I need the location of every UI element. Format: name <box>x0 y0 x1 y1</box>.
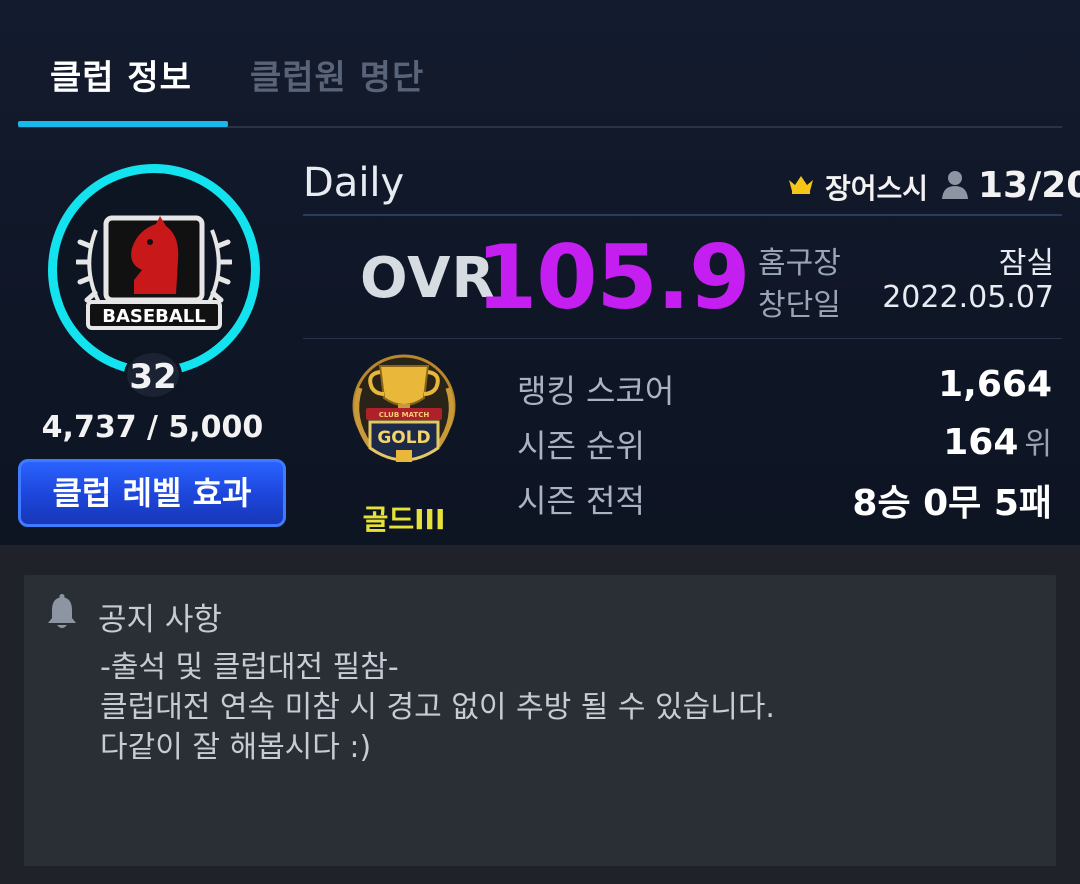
ovr-value: 105.9 <box>476 226 750 329</box>
notice-title: 공지 사항 <box>98 602 222 638</box>
person-icon <box>942 171 968 199</box>
season-rank: 164 위 <box>943 419 1052 463</box>
tier-name: 골드III <box>362 503 446 536</box>
club-emblem: BASEBALL <box>76 215 232 330</box>
bell-icon <box>48 594 76 628</box>
club-master-name: 장어스시 <box>825 172 929 205</box>
member-count: 13/20 <box>978 165 1080 206</box>
home-stadium-label: 홈구장 <box>758 246 841 281</box>
season-record-value: 8승 0무 5패 <box>852 483 1052 524</box>
season-rank-unit: 위 <box>1024 427 1052 462</box>
ranking-score-value: 1,664 <box>938 364 1052 405</box>
section-divider <box>303 338 1062 339</box>
season-rank-label: 시즌 순위 <box>517 427 645 465</box>
season-rank-value: 164 <box>943 422 1019 463</box>
club-exp: 4,737 / 5,000 <box>41 410 264 445</box>
tier-badge-subtext: CLUB MATCH <box>379 411 430 419</box>
tab-club-members[interactable]: 클럽원 명단 <box>250 50 424 99</box>
notice-body: -출석 및 클럽대전 필참- 클럽대전 연속 미참 시 경고 없이 추방 될 수… <box>100 650 775 765</box>
club-level-effect-button[interactable]: 클럽 레벨 효과 <box>18 459 286 527</box>
header-divider <box>303 214 1062 216</box>
founded-date-label: 창단일 <box>758 288 841 323</box>
founded-date-value: 2022.05.07 <box>882 280 1054 315</box>
active-tab-indicator <box>18 121 228 127</box>
crown-icon <box>789 176 813 194</box>
club-level-badge: 32 <box>124 350 182 400</box>
tab-club-info[interactable]: 클럽 정보 <box>50 50 192 99</box>
emblem-text: BASEBALL <box>102 306 206 327</box>
home-stadium-value: 잠실 <box>998 246 1054 281</box>
gold-tier-emblem: CLUB MATCH GOLD <box>352 354 456 462</box>
season-record-label: 시즌 전적 <box>517 482 645 520</box>
ranking-score-label: 랭킹 스코어 <box>517 372 675 410</box>
tier-badge-text: GOLD <box>377 428 430 448</box>
club-name: Daily <box>303 160 405 206</box>
